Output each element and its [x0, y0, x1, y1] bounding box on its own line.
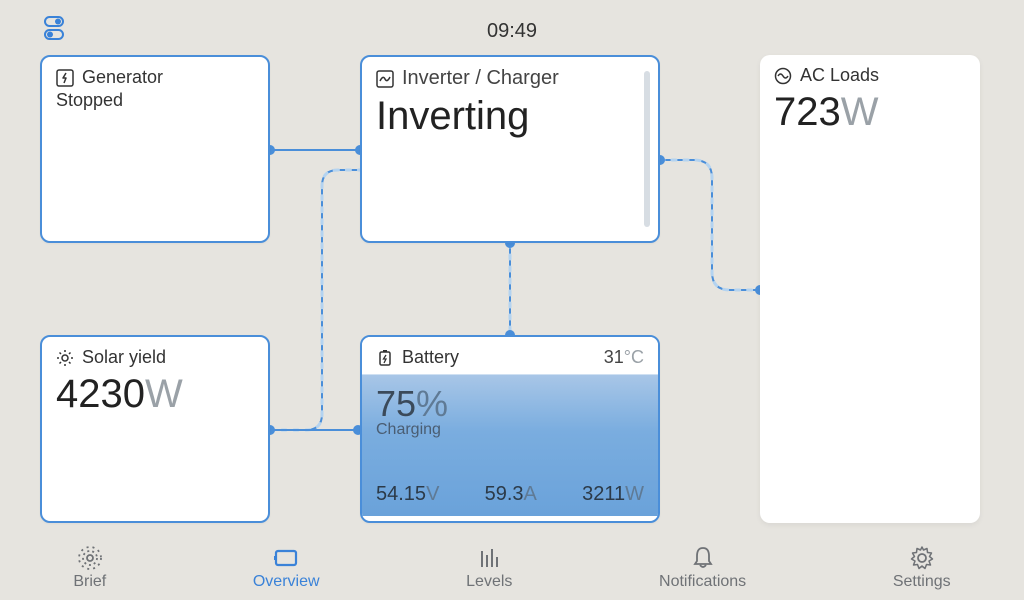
nav-brief[interactable]: Brief [73, 545, 106, 591]
ac-loads-title: AC Loads [800, 65, 879, 86]
battery-card[interactable]: Battery 31°C 75% Charging 54.15V 59.3A 3… [360, 335, 660, 523]
battery-icon [376, 349, 394, 367]
generator-icon [56, 69, 74, 87]
battery-voltage: 54.15V [376, 483, 439, 506]
battery-fill: 75% Charging 54.15V 59.3A 3211W [362, 374, 658, 516]
inverter-status: Inverting [376, 94, 644, 139]
battery-current: 59.3A [485, 483, 537, 506]
battery-temp: 31°C [604, 347, 644, 368]
clock: 09:49 [487, 20, 537, 43]
gear-icon [909, 545, 935, 571]
solar-card[interactable]: Solar yield 4230W [40, 335, 270, 523]
generator-card[interactable]: Generator Stopped [40, 55, 270, 243]
scroll-indicator [644, 71, 650, 227]
generator-title: Generator [82, 67, 163, 88]
controls-toggle-icon[interactable] [44, 16, 76, 40]
brief-icon [77, 545, 103, 571]
nav-settings-label: Settings [893, 573, 951, 591]
nav-settings[interactable]: Settings [893, 545, 951, 591]
ac-loads-value: 723W [774, 90, 966, 134]
nav-brief-label: Brief [73, 573, 106, 591]
bell-icon [690, 545, 716, 571]
nav-notifications-label: Notifications [659, 573, 746, 591]
levels-icon [476, 545, 502, 571]
battery-pct: 75% [376, 383, 644, 425]
battery-title: Battery [402, 347, 459, 368]
inverter-icon [376, 70, 394, 88]
battery-power: 3211W [582, 483, 644, 506]
solar-value: 4230W [56, 372, 254, 416]
sun-icon [56, 349, 74, 367]
overview-icon [273, 545, 299, 571]
bottom-nav: Brief Overview Levels Notifications Sett… [0, 536, 1024, 600]
solar-title: Solar yield [82, 347, 166, 368]
nav-levels[interactable]: Levels [466, 545, 512, 591]
nav-overview-label: Overview [253, 573, 320, 591]
ac-loads-icon [774, 67, 792, 85]
nav-levels-label: Levels [466, 573, 512, 591]
inverter-card[interactable]: Inverter / Charger Inverting [360, 55, 660, 243]
nav-overview[interactable]: Overview [253, 545, 320, 591]
nav-notifications[interactable]: Notifications [659, 545, 746, 591]
ac-loads-card[interactable]: AC Loads 723W [760, 55, 980, 523]
inverter-title: Inverter / Charger [402, 67, 559, 90]
battery-state: Charging [376, 421, 644, 439]
generator-status: Stopped [56, 90, 254, 111]
